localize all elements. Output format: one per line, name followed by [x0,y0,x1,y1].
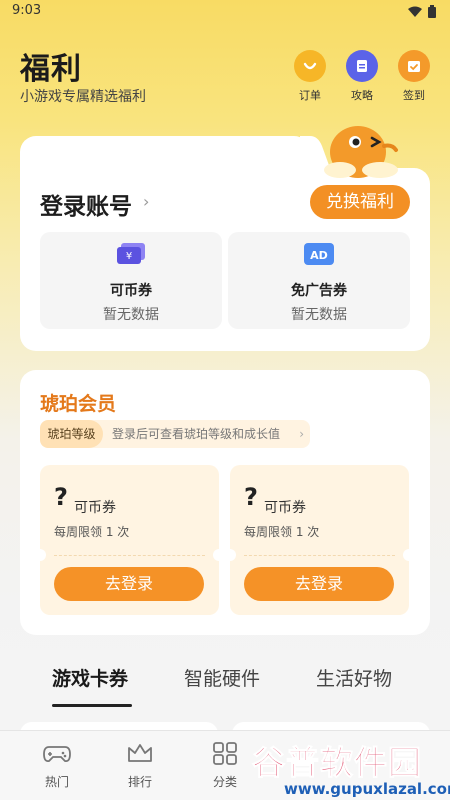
crown-icon [128,744,152,762]
nav-label: 排行 [127,775,152,789]
battery-icon [428,5,436,18]
gamepad-icon [43,746,71,763]
page-subtitle: 小游戏专属精选福利 [20,89,146,105]
nav-label: 分类 [212,775,237,789]
system-icons [408,5,436,18]
chevron-right-icon: › [143,192,150,211]
login-account-link[interactable]: 登录账号 [40,187,132,221]
coupon-limit: 每周限领 1 次 [54,525,130,539]
page-title: 福利 [20,52,82,87]
coin-ticket-icon: ¥ [117,243,145,264]
checkin-label: 签到 [403,89,425,102]
nav-item-category[interactable]: 分类 [200,741,250,790]
grid-icon [213,742,237,765]
order-button[interactable]: 订单 [290,50,330,103]
watermark-url: www.gupuxlazal.com [284,780,450,798]
tab-lifestyle-goods[interactable]: 生活好物 [316,664,392,691]
wifi-icon [408,6,422,17]
amber-level-hint: 登录后可查看琥珀等级和成长值 [112,427,281,441]
watermark: 谷普软件园 www.gupuxlazal.com [248,736,450,800]
coin-coupon-tile[interactable]: ¥ 可币券 暂无数据 [40,232,222,329]
order-icon [294,50,326,82]
coupon-card: ? 可币券 每周限领 1 次 去登录 [34,465,225,615]
checkin-icon [398,50,430,82]
guide-icon [346,50,378,82]
checkin-button[interactable]: 签到 [394,50,434,103]
nav-label: 热门 [44,775,69,789]
amber-title: 琥珀会员 [40,393,117,415]
coupon-name: 可币券 [74,500,116,516]
nav-item-ranking[interactable]: 排行 [115,741,165,790]
order-label: 订单 [299,89,321,102]
coupon-card: ? 可币券 每周限领 1 次 去登录 [224,465,415,615]
svg-text:AD: AD [310,249,328,262]
redeem-welfare-button[interactable]: 兑换福利 [310,185,410,219]
tile-value: 暂无数据 [103,307,159,323]
tab-game-cards[interactable]: 游戏卡券 [52,664,128,691]
mascot-illustration [324,126,398,178]
go-login-button[interactable]: 去登录 [244,567,394,601]
tile-name: 免广告券 [291,283,347,299]
amber-level-bar[interactable]: 琥珀等级 登录后可查看琥珀等级和成长值 › [40,420,310,448]
guide-label: 攻略 [351,89,373,102]
tile-name: 可币券 [110,283,152,299]
ad-free-icon: AD [304,243,334,265]
guide-button[interactable]: 攻略 [342,50,382,103]
coupon-mark: ? [54,483,68,511]
ad-free-coupon-tile[interactable]: AD 免广告券 暂无数据 [228,232,410,329]
chevron-right-icon: › [299,427,304,441]
status-bar: 9:03 [0,0,450,24]
nav-item-hot[interactable]: 热门 [32,741,82,790]
svg-text:¥: ¥ [126,251,132,262]
tile-value: 暂无数据 [291,307,347,323]
coupon-name: 可币券 [264,500,306,516]
status-time: 9:03 [12,3,42,18]
coupon-mark: ? [244,483,258,511]
amber-level-badge: 琥珀等级 [40,420,103,448]
category-tabs: 游戏卡券 智能硬件 生活好物 [0,664,450,710]
coupon-limit: 每周限领 1 次 [244,525,320,539]
go-login-button[interactable]: 去登录 [54,567,204,601]
active-tab-indicator [52,704,132,707]
tab-smart-hardware[interactable]: 智能硬件 [184,664,260,691]
watermark-brand: 谷普软件园 [252,743,422,783]
welfare-page: 9:03 福利 小游戏专属精选福利 订单 攻略 签到 登录账号 › 兑换福利 ¥… [0,0,450,800]
